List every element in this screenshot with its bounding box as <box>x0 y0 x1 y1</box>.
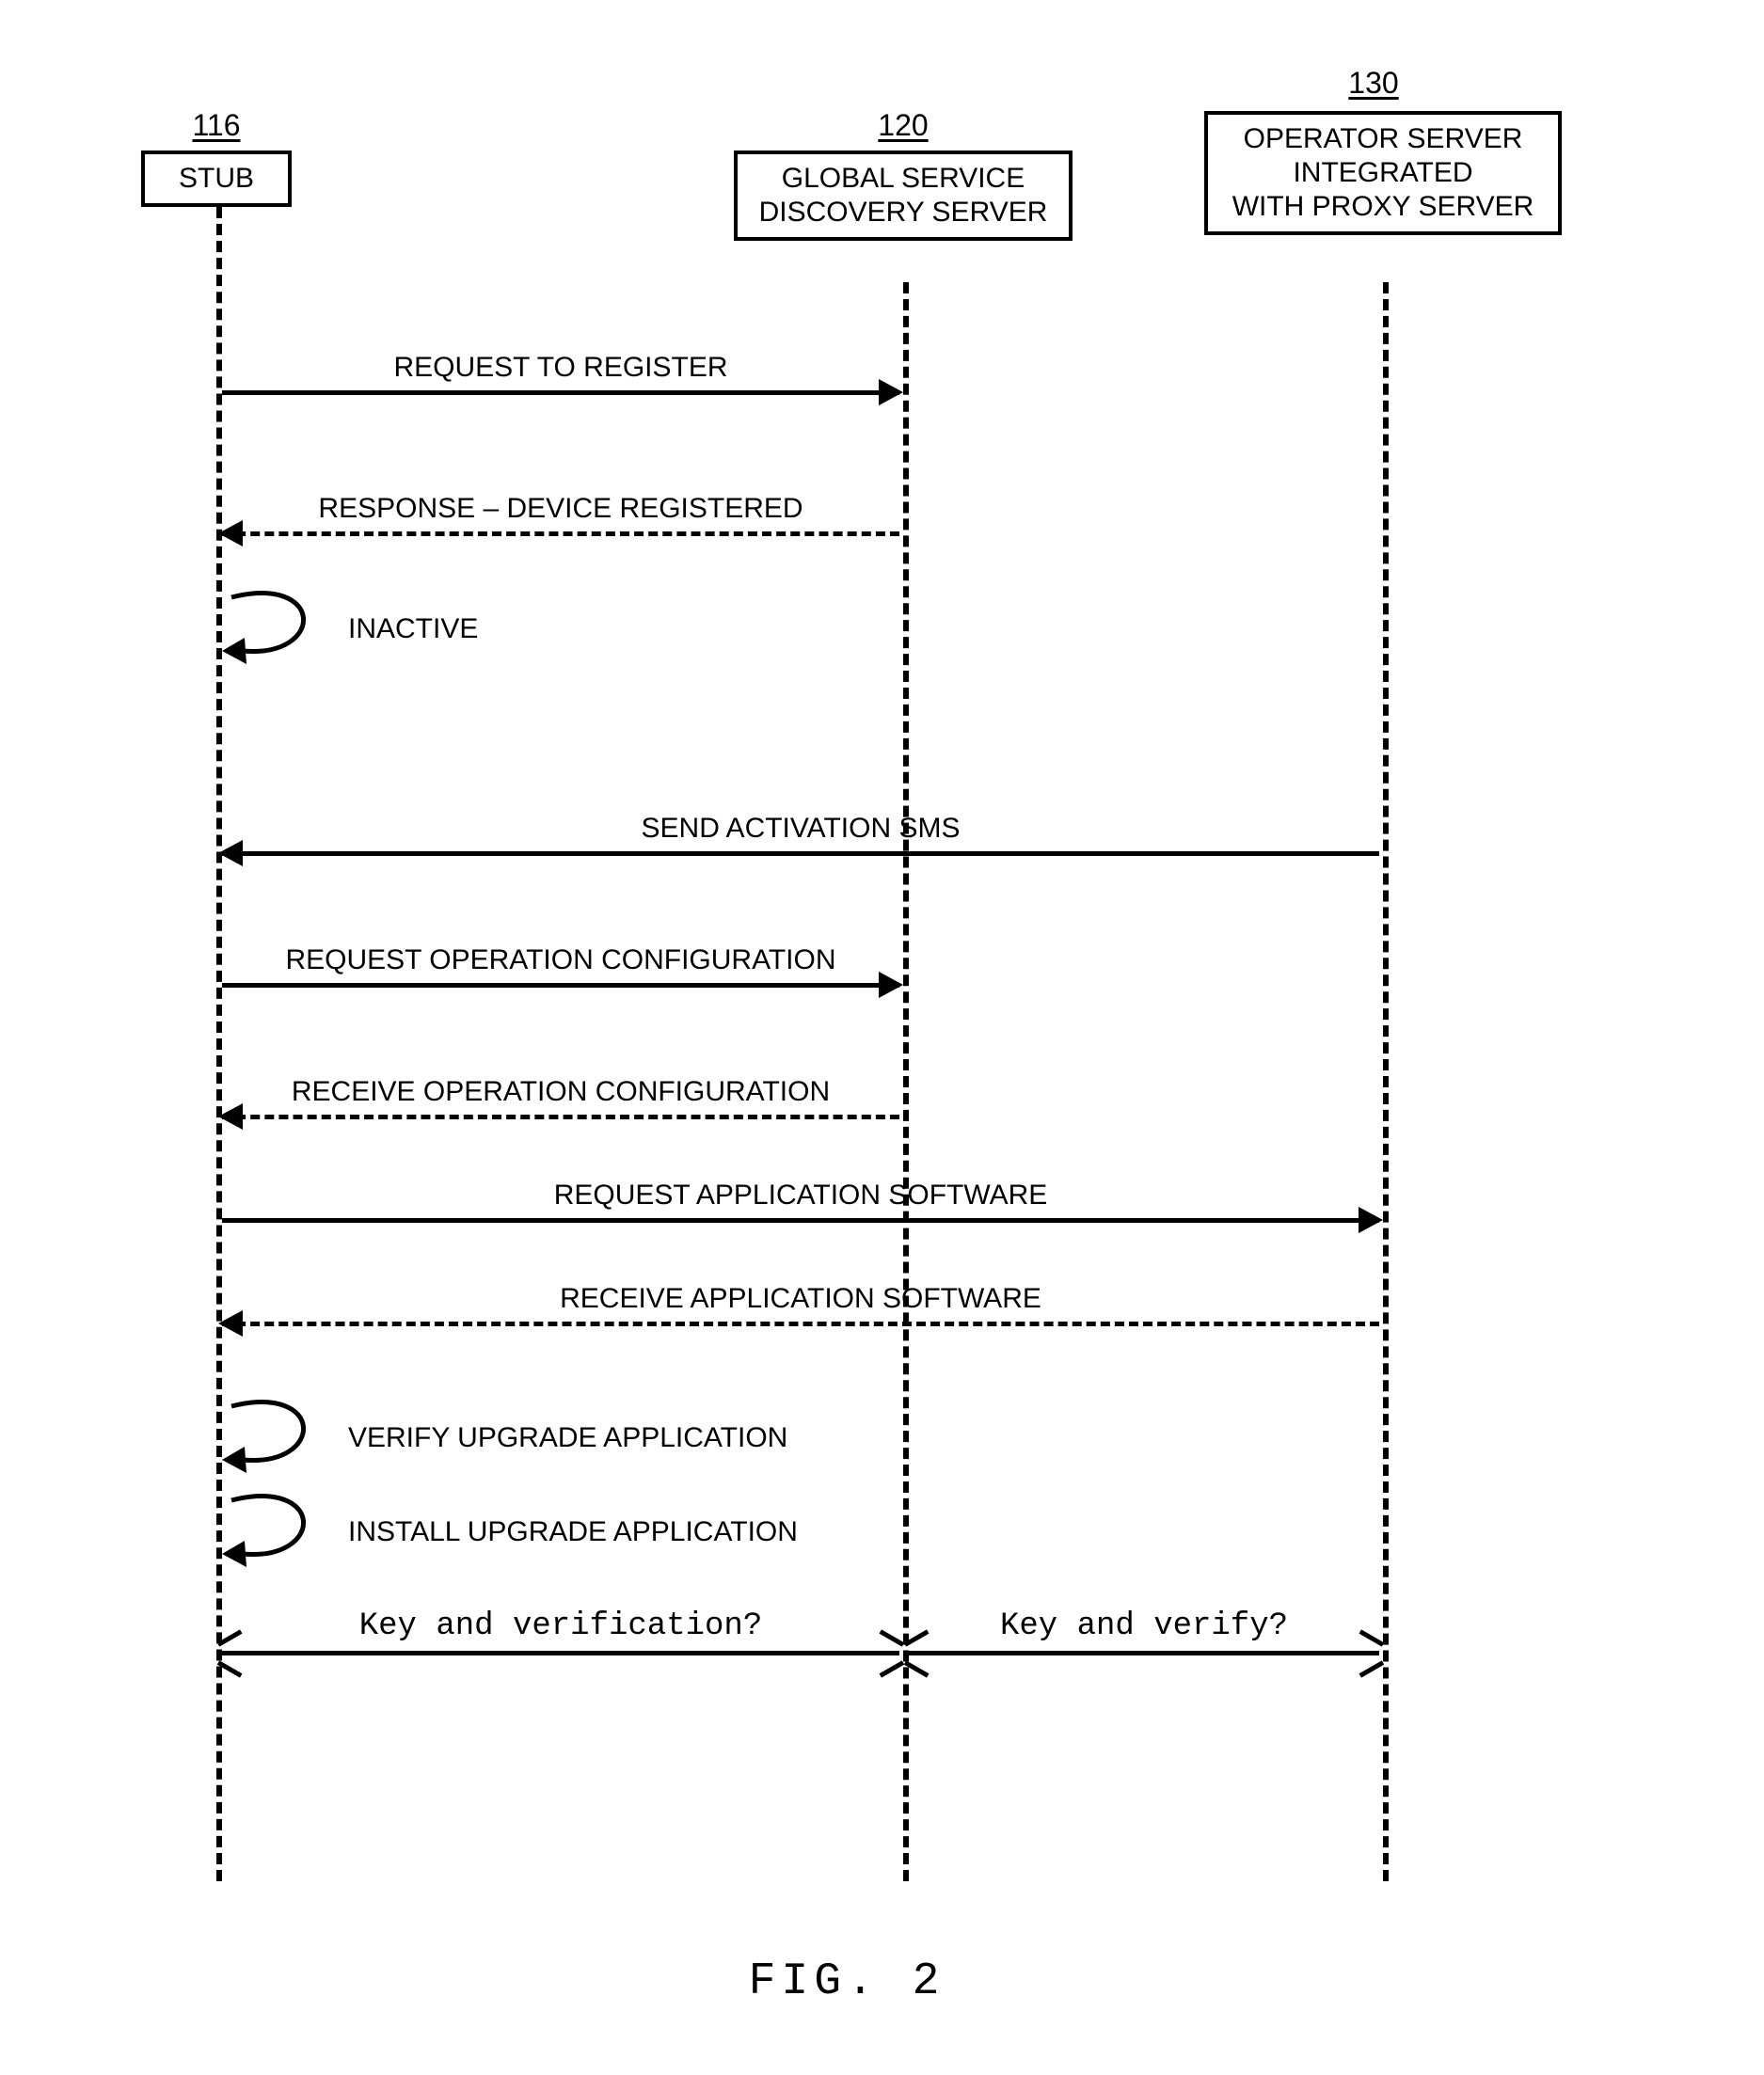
selfloop-inactive <box>222 583 335 668</box>
selfloop-label-inactive: INACTIVE <box>348 613 478 645</box>
msg-label: Key and verification? <box>222 1608 899 1644</box>
arrowhead-icon <box>879 379 903 405</box>
participant-num-stub: 116 <box>169 108 263 143</box>
selfloop-icon <box>222 583 335 668</box>
arrowhead-icon <box>879 972 903 998</box>
msg-label: REQUEST TO REGISTER <box>222 352 899 384</box>
arrowhead-icon <box>218 1639 245 1669</box>
msg-label: SEND ACTIVATION SMS <box>222 813 1379 845</box>
arrowhead-icon <box>218 1310 243 1337</box>
arrowhead-icon <box>1357 1639 1383 1669</box>
msg-request-app-software: REQUEST APPLICATION SOFTWARE <box>222 1185 1379 1223</box>
arrowhead-icon <box>218 840 243 866</box>
msg-response-registered: RESPONSE – DEVICE REGISTERED <box>222 499 899 536</box>
msg-label: REQUEST OPERATION CONFIGURATION <box>222 944 899 976</box>
participant-num-gsd: 120 <box>847 108 960 143</box>
participant-box-gsd: GLOBAL SERVICE DISCOVERY SERVER <box>734 150 1073 241</box>
msg-send-activation-sms: SEND ACTIVATION SMS <box>222 818 1379 856</box>
arrowhead-icon <box>1359 1207 1383 1233</box>
participant-box-stub: STUB <box>141 150 292 207</box>
msg-receive-app-software: RECEIVE APPLICATION SOFTWARE <box>222 1289 1379 1326</box>
msg-request-register: REQUEST TO REGISTER <box>222 357 899 395</box>
selfloop-label-install: INSTALL UPGRADE APPLICATION <box>348 1516 798 1548</box>
participant-num-ops: 130 <box>1317 66 1430 101</box>
msg-request-op-config: REQUEST OPERATION CONFIGURATION <box>222 950 899 988</box>
arrowhead-icon <box>877 1639 903 1669</box>
arrowhead-icon <box>218 1103 243 1130</box>
msg-label: RESPONSE – DEVICE REGISTERED <box>222 493 899 525</box>
msg-key-verify: Key and verify? <box>909 1618 1379 1655</box>
arrowhead-icon <box>905 1639 931 1669</box>
lifeline-ops <box>1383 282 1389 1881</box>
arrowhead-icon <box>218 520 243 546</box>
selfloop-label-verify: VERIFY UPGRADE APPLICATION <box>348 1422 787 1454</box>
selfloop-icon <box>222 1392 335 1477</box>
msg-label: REQUEST APPLICATION SOFTWARE <box>222 1180 1379 1212</box>
msg-label: Key and verify? <box>909 1608 1379 1644</box>
selfloop-verify <box>222 1392 335 1477</box>
participant-box-ops: OPERATOR SERVER INTEGRATED WITH PROXY SE… <box>1204 111 1562 235</box>
figure-caption: FIG. 2 <box>659 1956 1035 2007</box>
selfloop-install <box>222 1486 335 1571</box>
msg-receive-op-config: RECEIVE OPERATION CONFIGURATION <box>222 1082 899 1119</box>
msg-label: RECEIVE OPERATION CONFIGURATION <box>222 1076 899 1108</box>
sequence-diagram: 116 120 130 STUB GLOBAL SERVICE DISCOVER… <box>188 75 1599 1909</box>
selfloop-icon <box>222 1486 335 1571</box>
msg-key-verification: Key and verification? <box>222 1618 899 1655</box>
msg-label: RECEIVE APPLICATION SOFTWARE <box>222 1283 1379 1315</box>
